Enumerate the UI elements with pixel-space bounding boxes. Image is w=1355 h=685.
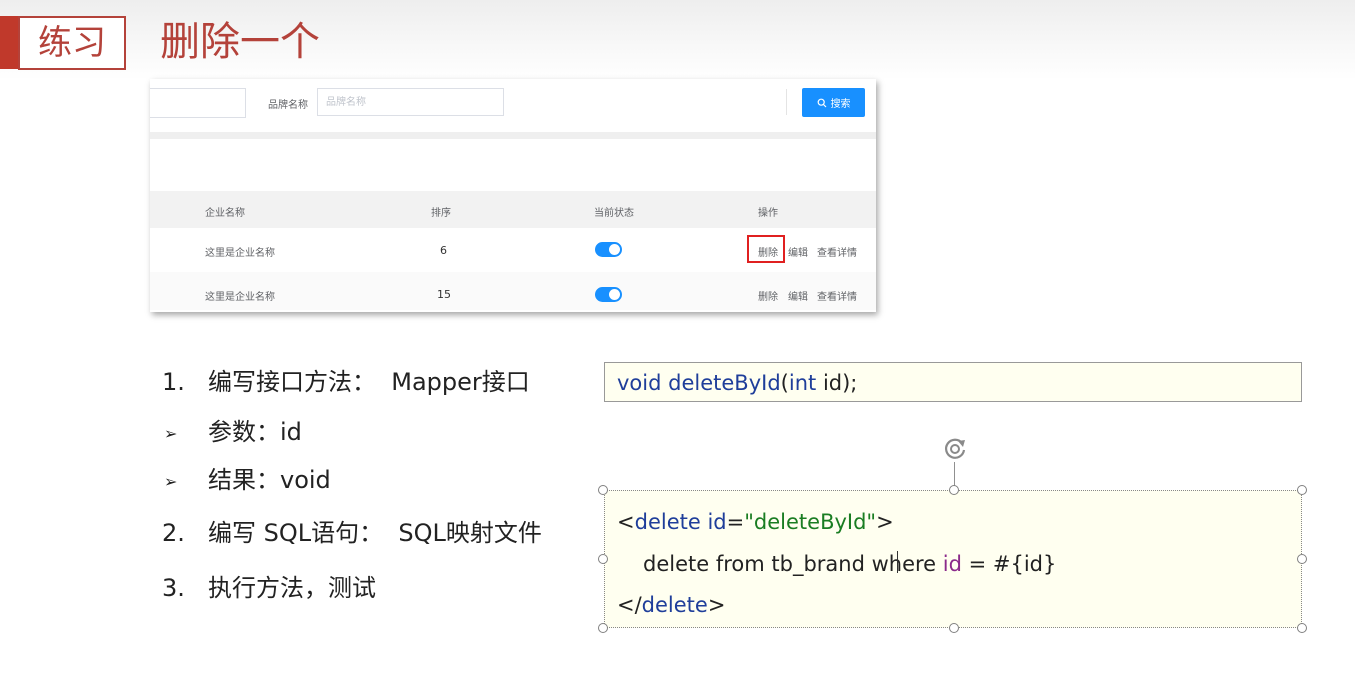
search-icon — [817, 98, 826, 107]
tag-accent — [0, 16, 18, 69]
edit-link[interactable]: 编辑 — [788, 244, 808, 259]
table-screenshot: 品牌名称 品牌名称 搜索 企业名称 排序 当前状态 操作 这里是企业名称 6 删… — [150, 79, 876, 312]
resize-handle[interactable] — [1297, 623, 1307, 633]
bullet-result: 结果：void — [208, 466, 331, 494]
query-input[interactable] — [150, 88, 246, 118]
interface-code-box: void deleteById(int id); — [604, 362, 1302, 402]
text-cursor — [897, 551, 898, 573]
step-1-number: 1. — [162, 368, 185, 396]
code-token: > — [707, 593, 726, 617]
arrow-bullet-icon: ➢ — [164, 424, 178, 443]
brand-name-input[interactable]: 品牌名称 — [317, 88, 504, 116]
xml-code-box[interactable]: <delete id="deleteById"> delete from tb_… — [604, 490, 1302, 628]
brand-name-label: 品牌名称 — [268, 100, 308, 111]
resize-handle[interactable] — [1297, 554, 1307, 564]
code-tag: delete — [641, 593, 708, 617]
step-1-text: 编写接口方法： Mapper接口 — [208, 368, 530, 396]
search-button[interactable]: 搜索 — [802, 88, 865, 117]
status-toggle[interactable] — [595, 242, 622, 257]
code-rest: id); — [816, 371, 858, 395]
delete-link[interactable]: 删除 — [758, 288, 778, 303]
table-header: 企业名称 排序 当前状态 操作 — [150, 191, 876, 228]
code-attr: id — [707, 510, 727, 534]
code-tag: delete — [634, 510, 701, 534]
code-token: > — [876, 510, 894, 534]
resize-handle[interactable] — [949, 485, 959, 495]
resize-handle[interactable] — [1297, 485, 1307, 495]
edit-link[interactable]: 编辑 — [788, 288, 808, 303]
delete-link[interactable]: 删除 — [758, 244, 778, 259]
resize-handle[interactable] — [598, 554, 608, 564]
resize-handle[interactable] — [598, 623, 608, 633]
code-token: </ — [617, 593, 642, 617]
status-toggle[interactable] — [595, 287, 622, 302]
col-status: 当前状态 — [594, 208, 634, 219]
detail-link[interactable]: 查看详情 — [817, 288, 857, 303]
company-cell: 这里是企业名称 — [205, 292, 275, 303]
divider — [786, 89, 787, 115]
code-token: < — [617, 510, 635, 534]
col-order: 排序 — [431, 208, 451, 219]
code-token: id — [942, 552, 962, 576]
arrow-bullet-icon: ➢ — [164, 472, 178, 491]
code-method-name: deleteById — [668, 371, 781, 395]
code-keyword: void — [617, 371, 662, 395]
step-2-text: 编写 SQL语句： SQL映射文件 — [208, 519, 542, 547]
slide-title: 删除一个 — [160, 19, 320, 65]
code-paren: ( — [780, 371, 789, 395]
search-label: 搜索 — [830, 99, 851, 110]
exercise-tag: 练习 — [18, 16, 126, 70]
resize-handle[interactable] — [949, 623, 959, 633]
resize-handle[interactable] — [598, 485, 608, 495]
col-company: 企业名称 — [205, 208, 245, 219]
code-token: = #{id} — [961, 552, 1057, 576]
col-actions: 操作 — [758, 208, 778, 219]
company-cell: 这里是企业名称 — [205, 248, 275, 259]
code-line-1: <delete id="deleteById"> — [617, 510, 894, 534]
code-keyword: int — [788, 371, 817, 395]
order-cell: 15 — [437, 288, 451, 301]
code-token: = — [726, 510, 745, 534]
code-line-2: delete from tb_brand where id = #{id} — [643, 552, 1056, 576]
step-3-text: 执行方法，测试 — [208, 574, 376, 602]
step-3-number: 3. — [162, 574, 185, 602]
detail-link[interactable]: 查看详情 — [817, 244, 857, 259]
code-string: "deleteById" — [744, 510, 877, 534]
section-gap — [150, 132, 876, 139]
rotate-handle-icon[interactable] — [940, 434, 970, 464]
code-line-3: </delete> — [617, 593, 725, 617]
bullet-param: 参数：id — [208, 418, 302, 446]
order-cell: 6 — [440, 244, 447, 257]
step-2-number: 2. — [162, 519, 185, 547]
